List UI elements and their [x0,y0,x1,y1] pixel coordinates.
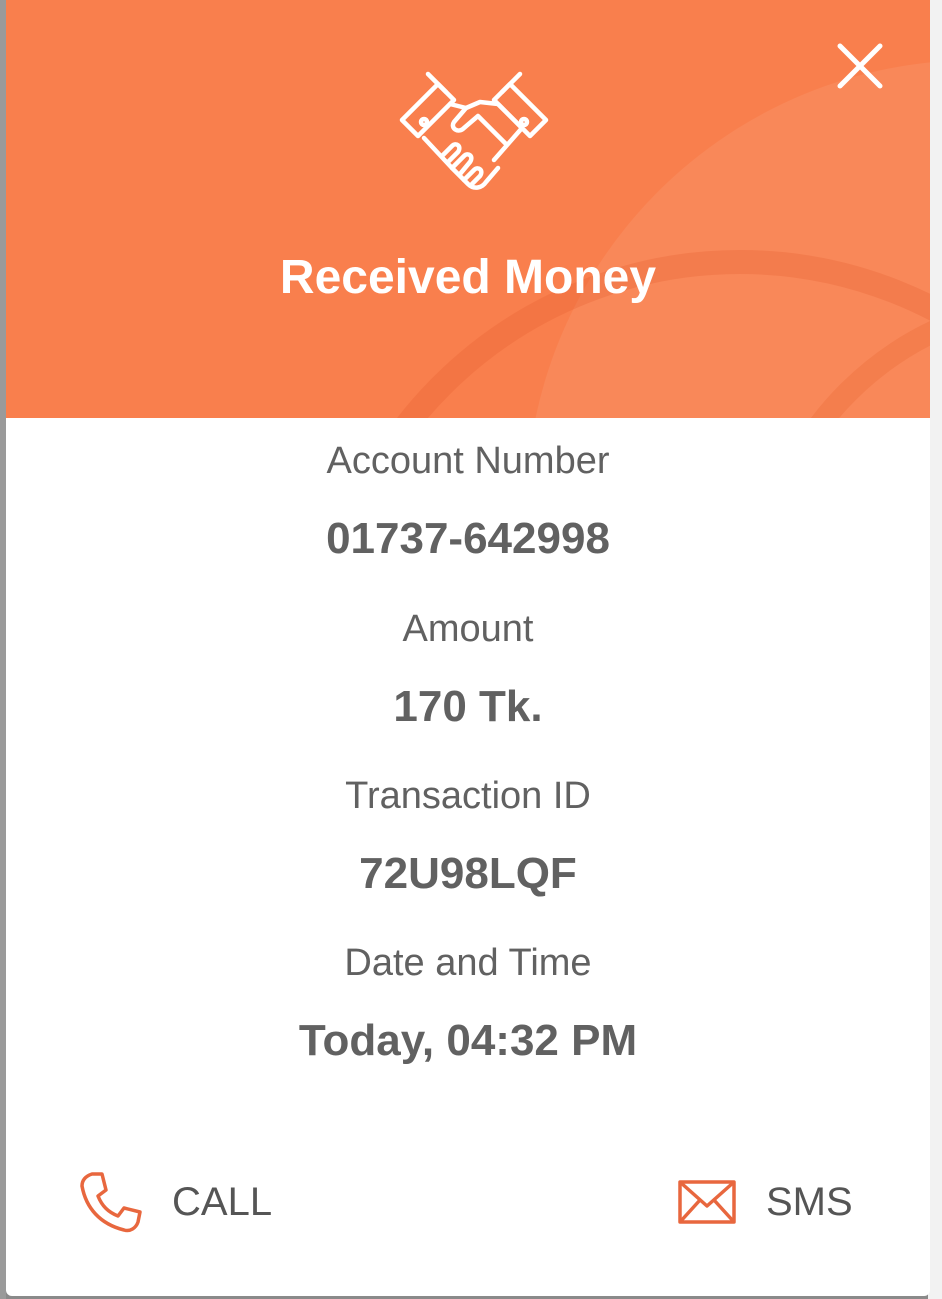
transaction-id-value: 72U98LQF [359,849,577,898]
phone-icon [80,1172,142,1233]
date-time-value: Today, 04:32 PM [298,1016,638,1065]
dialog-body: Account Number 01737-642998 Amount 170 T… [6,418,930,1296]
call-label: CALL [172,1179,273,1224]
transaction-id-label: Transaction ID [345,775,591,817]
close-icon [837,43,883,89]
dialog-title: Received Money [279,251,657,304]
amount-label: Amount [402,608,534,650]
handshake-icon [399,71,549,190]
call-button[interactable]: CALL [78,1170,272,1234]
transaction-dialog: Received Money Account Number 01737-6429… [6,0,930,1296]
sms-button[interactable]: SMS [678,1170,853,1234]
date-time-label: Date and Time [344,942,592,984]
sms-label: SMS [766,1179,853,1224]
amount-value: 170 Tk. [393,682,543,731]
account-number-value: 01737-642998 [326,514,610,563]
envelope-icon [678,1180,736,1224]
account-number-label: Account Number [326,440,610,482]
close-button[interactable] [834,40,886,92]
dialog-header: Received Money [6,0,930,418]
background-right-edge [928,0,942,1299]
